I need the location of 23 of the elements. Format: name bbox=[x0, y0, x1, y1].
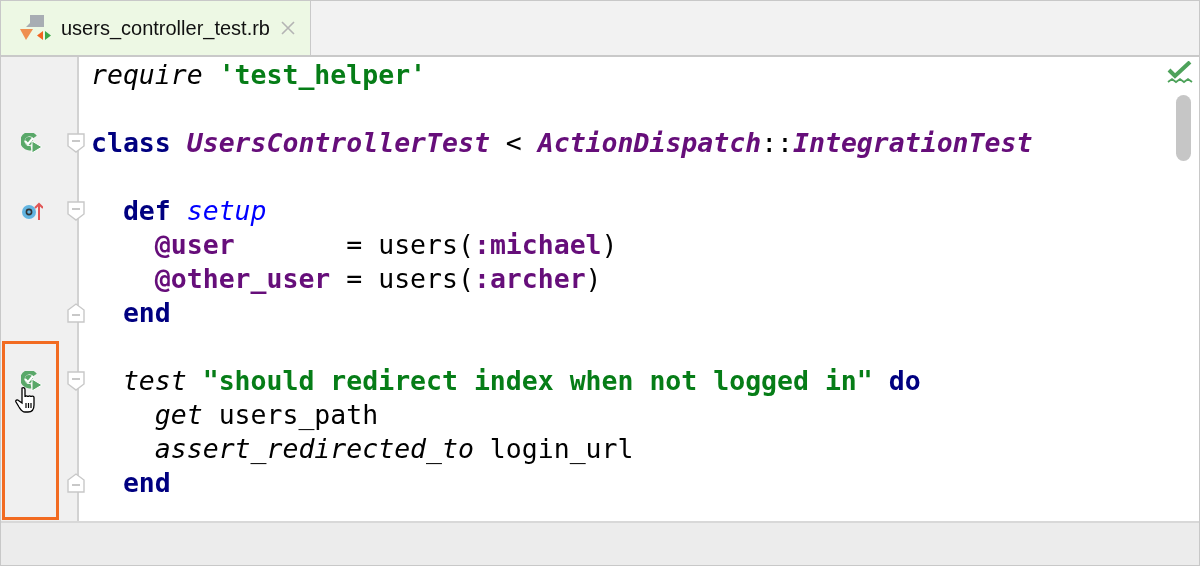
fold-marker-icon[interactable] bbox=[67, 303, 85, 323]
fold-marker-icon[interactable] bbox=[67, 133, 85, 153]
file-tab[interactable]: users_controller_test.rb bbox=[1, 1, 311, 55]
code-line: require 'test_helper' bbox=[91, 58, 427, 92]
inspection-ok-icon[interactable] bbox=[1167, 61, 1193, 85]
overrides-method-icon[interactable] bbox=[21, 201, 43, 221]
fold-marker-icon[interactable] bbox=[67, 371, 85, 391]
code-line: class UsersControllerTest < ActionDispatch::IntegrationTest bbox=[91, 126, 1033, 160]
run-test-icon[interactable] bbox=[21, 371, 43, 391]
close-icon[interactable] bbox=[280, 20, 296, 36]
code-line: @user = users(:michael) bbox=[153, 228, 618, 262]
code-line: def setup bbox=[121, 194, 267, 228]
code-line: end bbox=[121, 466, 171, 500]
scrollbar-thumb[interactable] bbox=[1176, 95, 1191, 161]
code-line: test "should redirect index when not logged in" do bbox=[121, 364, 921, 398]
tab-label: users_controller_test.rb bbox=[61, 16, 270, 40]
code-line: end bbox=[121, 296, 171, 330]
fold-marker-icon[interactable] bbox=[67, 473, 85, 493]
fold-marker-icon[interactable] bbox=[67, 201, 85, 221]
code-line: assert_redirected_to login_url bbox=[153, 432, 634, 466]
code-line: get users_path bbox=[153, 398, 379, 432]
ruby-test-file-icon bbox=[17, 13, 51, 43]
code-line: @other_user = users(:archer) bbox=[153, 262, 602, 296]
